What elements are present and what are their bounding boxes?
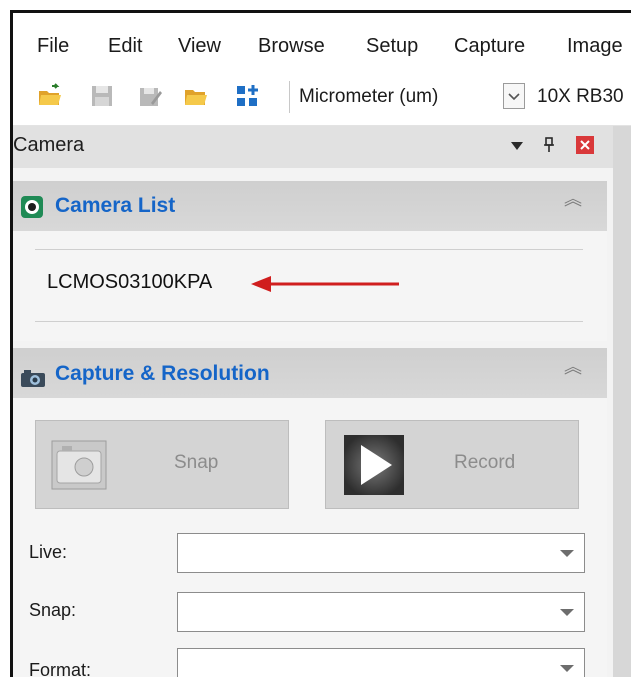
unit-select-dropdown[interactable] bbox=[503, 83, 525, 109]
play-icon bbox=[344, 435, 404, 495]
layout-grid-icon[interactable] bbox=[235, 83, 261, 109]
chevron-down-icon bbox=[560, 550, 574, 557]
divider bbox=[35, 249, 583, 250]
chevron-down-icon bbox=[560, 609, 574, 616]
live-label: Live: bbox=[29, 542, 68, 562]
camera-panel: Camera Camera List ︽ LCMOS03100KPA Captu… bbox=[13, 126, 613, 677]
format-label: Format: bbox=[29, 660, 92, 677]
open-folder-icon[interactable] bbox=[37, 83, 63, 109]
menu-view[interactable]: View bbox=[178, 35, 221, 58]
menu-browse[interactable]: Browse bbox=[258, 35, 325, 58]
pin-icon[interactable] bbox=[543, 137, 555, 153]
dropdown-arrow-icon[interactable] bbox=[510, 140, 524, 152]
menu-file[interactable]: File bbox=[37, 35, 69, 58]
objective-select-value[interactable]: 10X RB30 bbox=[537, 86, 624, 108]
record-label: Record bbox=[454, 452, 516, 473]
camera-list-body: LCMOS03100KPA bbox=[13, 231, 607, 341]
camera-panel-titlebar: Camera bbox=[13, 126, 613, 168]
record-button[interactable]: Record bbox=[325, 420, 579, 509]
panel-splitter[interactable] bbox=[613, 126, 631, 677]
menu-edit[interactable]: Edit bbox=[108, 35, 142, 58]
divider bbox=[35, 321, 583, 322]
capture-resolution-header[interactable]: Capture & Resolution ︽ bbox=[13, 348, 607, 398]
capture-resolution-title: Capture & Resolution bbox=[55, 362, 270, 385]
collapse-chevron-icon[interactable]: ︽ bbox=[564, 358, 582, 376]
app-window: File Edit View Browse Setup Capture Imag… bbox=[10, 10, 631, 677]
webcam-icon bbox=[21, 196, 43, 218]
camera-list-item[interactable]: LCMOS03100KPA bbox=[47, 271, 212, 294]
close-icon[interactable] bbox=[576, 136, 594, 154]
unit-select-value[interactable]: Micrometer (um) bbox=[299, 86, 438, 108]
snap-button[interactable]: Snap bbox=[35, 420, 289, 509]
camera-icon bbox=[21, 370, 45, 387]
toolbar-separator bbox=[289, 81, 290, 113]
snap-resolution-select[interactable] bbox=[177, 592, 585, 632]
chevron-down-icon bbox=[508, 93, 520, 101]
menu-bar: File Edit View Browse Setup Capture Imag… bbox=[13, 13, 631, 69]
toolbar: Micrometer (um) 10X RB30 bbox=[13, 69, 631, 126]
format-select[interactable] bbox=[177, 648, 585, 677]
browse-folder-icon[interactable] bbox=[183, 83, 209, 109]
snap-label: Snap bbox=[174, 452, 219, 473]
menu-setup[interactable]: Setup bbox=[366, 35, 418, 58]
annotation-arrow-icon bbox=[251, 276, 399, 292]
capture-resolution-body: Snap Record Live: Snap: Format: bbox=[13, 398, 607, 677]
snapshot-camera-icon bbox=[51, 440, 107, 490]
camera-list-header[interactable]: Camera List ︽ bbox=[13, 181, 607, 231]
snap-resolution-label: Snap: bbox=[29, 600, 77, 620]
menu-capture[interactable]: Capture bbox=[454, 35, 525, 58]
chevron-down-icon bbox=[560, 665, 574, 672]
save-as-icon[interactable] bbox=[137, 83, 163, 109]
menu-image[interactable]: Image bbox=[567, 35, 623, 58]
save-icon[interactable] bbox=[89, 83, 115, 109]
camera-panel-title: Camera bbox=[13, 134, 85, 156]
camera-list-title: Camera List bbox=[55, 194, 176, 217]
collapse-chevron-icon[interactable]: ︽ bbox=[564, 190, 582, 208]
live-resolution-select[interactable] bbox=[177, 533, 585, 573]
